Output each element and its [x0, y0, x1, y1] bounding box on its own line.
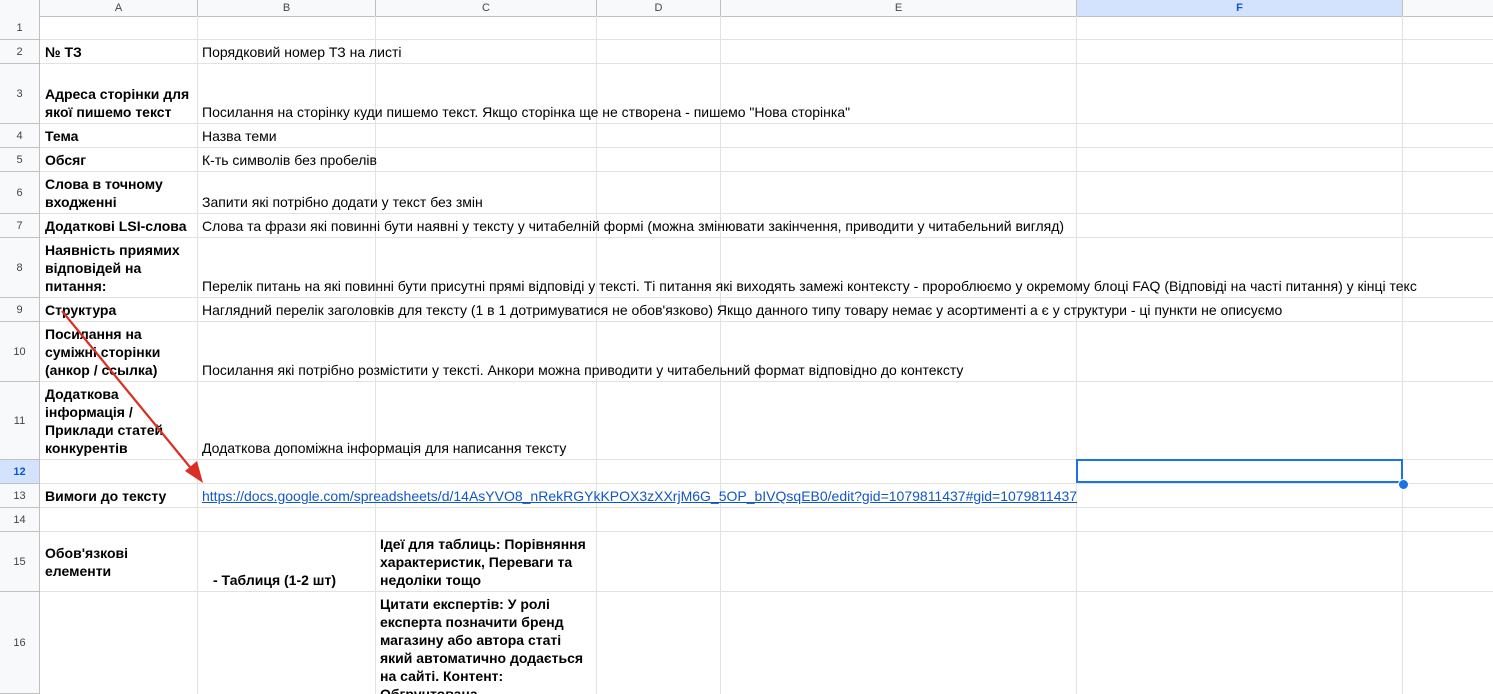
row-header-7[interactable]: 7: [0, 214, 40, 238]
cell-a4[interactable]: Тема: [40, 124, 198, 148]
cell-c15[interactable]: Ідеї для таблиць: Порівняння характерист…: [375, 532, 597, 592]
cell-b4[interactable]: Назва теми: [197, 124, 597, 148]
cell-a3[interactable]: Адреса сторінки для якої пишемо текст: [40, 64, 198, 124]
cell-b15[interactable]: - Таблиця (1-2 шт): [197, 532, 376, 592]
column-header-d[interactable]: D: [597, 0, 721, 16]
cell-a11[interactable]: Додаткова інформація / Приклади статей к…: [40, 382, 198, 460]
cell-b5[interactable]: К-ть символів без пробелів: [197, 148, 597, 172]
row-header-10[interactable]: 10: [0, 322, 40, 382]
cell-a13[interactable]: Вимоги до тексту: [40, 484, 198, 508]
cell-a7[interactable]: Додаткові LSI-слова: [40, 214, 198, 238]
column-header-e[interactable]: E: [721, 0, 1077, 16]
cell-a5[interactable]: Обсяг: [40, 148, 198, 172]
cell-b8[interactable]: Перелік питань на які повинні бути прису…: [197, 238, 1493, 298]
row-header-16[interactable]: 16: [0, 592, 40, 694]
cell-b9[interactable]: Наглядний перелік заголовків для тексту …: [197, 298, 1397, 322]
arrow-head: [185, 461, 203, 483]
row-header-11[interactable]: 11: [0, 382, 40, 460]
row-header-2[interactable]: 2: [0, 40, 40, 64]
cell-a15[interactable]: Обов'язкові елементи: [40, 532, 198, 592]
cell-b11[interactable]: Додаткова допоміжна інформація для напис…: [197, 382, 697, 460]
column-header-a[interactable]: A: [40, 0, 198, 16]
column-header-g[interactable]: [1403, 0, 1493, 16]
row-header-5[interactable]: 5: [0, 148, 40, 172]
cell-a6[interactable]: Слова в точному входженні: [40, 172, 198, 214]
row-header-8[interactable]: 8: [0, 238, 40, 298]
gridline: [1076, 16, 1077, 694]
requirements-link[interactable]: https://docs.google.com/spreadsheets/d/1…: [202, 487, 1077, 505]
cell-b3[interactable]: Посилання на сторінку куди пишемо текст.…: [197, 64, 1076, 124]
column-header-c[interactable]: C: [376, 0, 597, 16]
cell-a9[interactable]: Структура: [40, 298, 198, 322]
row-header-1[interactable]: 1: [0, 16, 40, 40]
row-header-15[interactable]: 15: [0, 532, 40, 592]
column-header-f[interactable]: F: [1077, 0, 1403, 16]
row-header-12[interactable]: 12: [0, 460, 40, 484]
cell-b2[interactable]: Порядковий номер ТЗ на листі: [197, 40, 597, 64]
selected-cell-f12[interactable]: [1076, 459, 1403, 483]
cell-b7[interactable]: Слова та фрази які повинні бути наявні у…: [197, 214, 1397, 238]
row-header-13[interactable]: 13: [0, 484, 40, 508]
row-header-4[interactable]: 4: [0, 124, 40, 148]
select-all-corner[interactable]: [0, 0, 40, 16]
cell-b6[interactable]: Запити які потрібно додати у текст без з…: [197, 172, 597, 214]
row-header-6[interactable]: 6: [0, 172, 40, 214]
cell-a8[interactable]: Наявність приямих відповідей на питання:: [40, 238, 198, 298]
row-header-3[interactable]: 3: [0, 64, 40, 124]
row-header-9[interactable]: 9: [0, 298, 40, 322]
cell-a10[interactable]: Посилання на суміжні сторінки (анкор / с…: [40, 322, 198, 382]
column-header-row: A B C D E F: [0, 0, 1493, 17]
cell-b10[interactable]: Посилання які потрібно розмістити у текс…: [197, 322, 1076, 382]
cell-b13[interactable]: https://docs.google.com/spreadsheets/d/1…: [197, 484, 1197, 508]
row-header-14[interactable]: 14: [0, 508, 40, 532]
gridline: [1402, 16, 1403, 694]
cell-a2[interactable]: № ТЗ: [40, 40, 198, 64]
cell-c16[interactable]: Цитати експертів: У ролі експерта познач…: [375, 592, 597, 694]
column-header-b[interactable]: B: [198, 0, 376, 16]
fill-handle[interactable]: [1398, 479, 1409, 490]
spreadsheet-grid: A B C D E F 1 2 3 4 5 6 7 8 9 10 11 12 1…: [0, 0, 1493, 694]
